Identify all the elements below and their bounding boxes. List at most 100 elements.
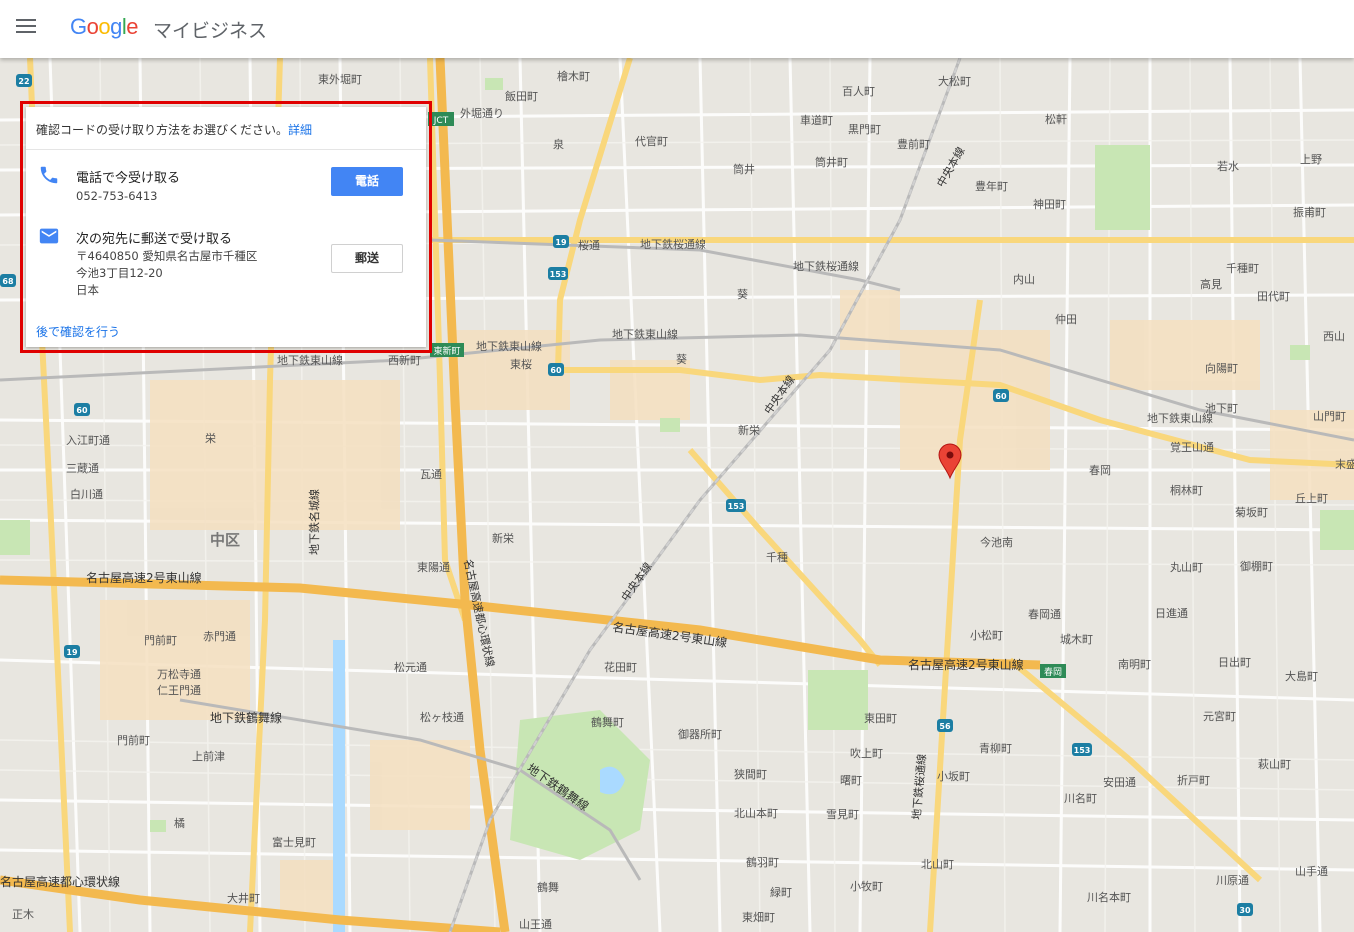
map-label: 三蔵通 — [66, 462, 99, 475]
map-label: 入江町通 — [66, 434, 110, 447]
map-label: 大島町 — [1285, 669, 1318, 683]
route-shield-68: 68 — [0, 274, 16, 287]
svg-text:60: 60 — [995, 392, 1007, 401]
map-label: 千種町 — [1226, 261, 1259, 275]
map-label: 筒井町 — [815, 155, 848, 169]
map-label: 城木町 — [1060, 633, 1093, 646]
product-name: マイビジネス — [153, 20, 268, 42]
svg-text:東新町: 東新町 — [433, 345, 460, 357]
map-label: 大井町 — [227, 891, 260, 905]
map-label: 松ヶ枝通 — [420, 710, 464, 724]
map-label: 川名本町 — [1087, 890, 1131, 904]
map-label: 車道町 — [800, 113, 833, 127]
map-label: 山王通 — [519, 918, 552, 931]
address-line-3: 日本 — [76, 283, 99, 297]
svg-text:60: 60 — [550, 366, 562, 375]
map-label: 橘 — [174, 817, 185, 830]
map-label: 門前町 — [117, 733, 150, 747]
map-label: 西山 — [1323, 330, 1345, 343]
map-label: 豊前町 — [897, 137, 930, 151]
map-label: 鶴羽町 — [746, 855, 779, 869]
road-label: 地下鉄名城線 — [307, 489, 321, 555]
map-label: 東外堀町 — [318, 73, 362, 86]
map-label: 青柳町 — [979, 741, 1012, 755]
phone-verify-button[interactable]: 電話 — [331, 167, 403, 196]
svg-text:19: 19 — [555, 238, 567, 247]
map-label: 正木 — [12, 908, 34, 921]
map-label: 振甫町 — [1293, 205, 1326, 219]
svg-text:68: 68 — [2, 277, 14, 286]
map-label: 富士見町 — [272, 835, 316, 849]
mail-icon — [38, 225, 60, 247]
menu-icon[interactable] — [16, 19, 36, 35]
google-logo[interactable]: Google — [70, 14, 139, 40]
map-label: 松元通 — [394, 660, 427, 674]
map-label: 向陽町 — [1205, 361, 1238, 375]
map-label: 東畑町 — [742, 911, 775, 924]
map-label: 筒井 — [733, 162, 755, 176]
map-label: 神田町 — [1033, 197, 1066, 211]
phone-number: 052-753-6413 — [76, 189, 158, 203]
map-label: 鶴舞町 — [591, 715, 624, 729]
map-label: 御棚町 — [1240, 559, 1273, 573]
map-label: 雪見町 — [826, 808, 859, 821]
route-shield-153a: 153 — [548, 267, 568, 280]
map-label: 緑町 — [770, 885, 792, 899]
route-shield-60a: 60 — [74, 403, 90, 416]
map-label: 花田町 — [604, 661, 637, 674]
map-label: 池下町 — [1205, 402, 1238, 415]
map-label: 上前津 — [192, 749, 225, 763]
route-shield-19b: 19 — [64, 645, 80, 658]
map-label: 百人町 — [842, 85, 875, 98]
map-label: 春岡通 — [1028, 608, 1061, 621]
card-header-text: 確認コードの受け取り方法をお選びください。 — [36, 123, 289, 137]
route-shield-60c: 60 — [993, 389, 1009, 402]
map-label: 萩山町 — [1258, 758, 1291, 771]
verify-later-link[interactable]: 後で確認を行う — [36, 323, 120, 340]
road-label: 名古屋高速2号東山線 — [908, 657, 1024, 672]
map-label: 狭間町 — [734, 768, 767, 781]
map-label: 瓦通 — [420, 468, 442, 481]
svg-text:30: 30 — [1239, 906, 1251, 915]
map-label: 南明町 — [1118, 658, 1151, 671]
map-label: 桜通 — [578, 238, 600, 252]
map-label: 赤門通 — [203, 630, 236, 643]
map-label: 山門町 — [1313, 410, 1346, 423]
map-label: 仁王門通 — [157, 684, 201, 697]
map-label: 地下鉄東山線 — [1147, 411, 1213, 425]
map-label: 鶴舞 — [537, 880, 559, 894]
map-label: 安田通 — [1103, 775, 1136, 789]
map-label: 門前町 — [144, 633, 177, 647]
mail-verify-button[interactable]: 郵送 — [331, 244, 403, 273]
verification-card-highlight: 確認コードの受け取り方法をお選びください。詳細 電話で今受け取る 052-753… — [20, 101, 432, 353]
map-label: 丸山町 — [1170, 561, 1203, 574]
map-label: 末盛 — [1335, 457, 1354, 471]
svg-text:56: 56 — [939, 722, 951, 731]
road-label: 地下鉄鶴舞線 — [210, 710, 282, 725]
mail-option-title: 次の宛先に郵送で受け取る — [76, 232, 233, 247]
station-label-harugaoka: 春岡 — [1040, 664, 1066, 678]
map-label: 泉 — [553, 137, 564, 151]
address-line-2: 今池3丁目12-20 — [76, 266, 163, 280]
map-label: 覚王山通 — [1170, 441, 1214, 454]
map-label: 内山 — [1013, 272, 1035, 286]
map-label: 栄 — [205, 431, 216, 445]
map-label: 地下鉄桜通線 — [640, 237, 706, 251]
road-label: 名古屋高速2号東山線 — [86, 570, 202, 585]
map-label: 北山町 — [921, 858, 954, 871]
route-shield-153b: 153 — [726, 499, 746, 512]
map-label: 春岡 — [1089, 464, 1111, 477]
route-shield-60b: 60 — [548, 363, 564, 376]
map-label: 御器所町 — [678, 727, 722, 741]
district-label: 中区 — [210, 531, 240, 549]
map-label: 飯田町 — [505, 89, 538, 103]
map-label: 西新町 — [388, 353, 421, 367]
map-label: 川原通 — [1216, 874, 1249, 887]
svg-text:153: 153 — [550, 270, 567, 279]
route-shield-153c: 153 — [1072, 743, 1092, 756]
map-label: 日出町 — [1218, 655, 1251, 669]
map-label: 葵 — [737, 288, 748, 301]
map-label: 今池南 — [980, 535, 1013, 549]
map-label: 川名町 — [1064, 791, 1097, 805]
details-link[interactable]: 詳細 — [288, 123, 312, 137]
